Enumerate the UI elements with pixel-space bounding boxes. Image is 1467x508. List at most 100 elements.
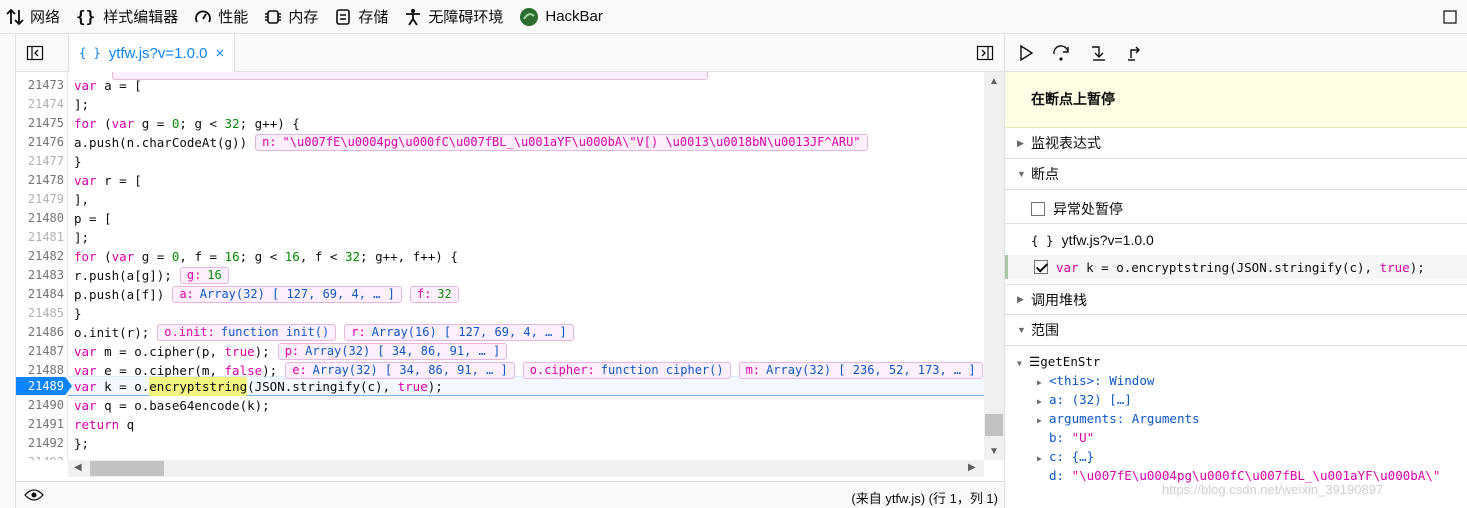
scope-function[interactable]: ▼ ☰getEnStr bbox=[1005, 352, 1467, 371]
scope-item[interactable]: ▶ <this>: Window bbox=[1005, 371, 1467, 390]
preview-o-cipher[interactable]: o.cipher: function cipher() bbox=[522, 362, 731, 379]
line-number[interactable]: 21485 bbox=[16, 304, 64, 323]
line-number[interactable]: 21482 bbox=[16, 247, 64, 266]
vertical-scrollbar[interactable] bbox=[984, 72, 1004, 460]
tab-performance[interactable]: 性能 bbox=[188, 0, 258, 34]
step-out-icon[interactable] bbox=[1125, 44, 1145, 62]
preview-p[interactable]: p: Array(32) [ 34, 86, 91, … ] bbox=[277, 343, 508, 360]
line-number[interactable]: 21478 bbox=[16, 171, 64, 190]
scope-item[interactable]: ▶ a: (32) […] bbox=[1005, 390, 1467, 409]
breakpoint-item[interactable]: var k = o.encryptstring(JSON.stringify(c… bbox=[1005, 255, 1467, 279]
line-number[interactable]: 21487 bbox=[16, 342, 64, 361]
preview-a[interactable]: a: Array(32) [ 127, 69, 4, … ] bbox=[172, 286, 402, 303]
expand-triangle-icon: ▶ bbox=[1017, 294, 1024, 304]
step-in-icon[interactable] bbox=[1089, 44, 1109, 62]
vertical-scroll-thumb[interactable] bbox=[985, 414, 1003, 436]
code-line: var r = [ bbox=[74, 173, 142, 188]
code-line: a.push(n.charCodeAt(g)) n: "\u007fE\u0004p… bbox=[74, 133, 868, 152]
line-number[interactable]: 21483 bbox=[16, 266, 64, 285]
call-stack-label: 调用堆栈 bbox=[1031, 291, 1087, 308]
code-line: var a = [ bbox=[74, 78, 142, 93]
tab-hackbar-label: HackBar bbox=[545, 8, 603, 25]
paused-banner: 在断点上暂停 bbox=[1005, 72, 1467, 128]
scopes-header[interactable]: ▼ 范围 bbox=[1005, 315, 1467, 346]
storage-icon bbox=[336, 8, 351, 25]
eye-icon[interactable] bbox=[24, 488, 44, 502]
gauge-icon bbox=[195, 10, 212, 22]
line-number[interactable]: 21484 bbox=[16, 285, 64, 304]
call-stack-header[interactable]: ▶ 调用堆栈 bbox=[1005, 284, 1467, 315]
line-number[interactable]: 21480 bbox=[16, 209, 64, 228]
tab-performance-label: 性能 bbox=[218, 9, 249, 26]
scroll-down-icon[interactable]: ▼ bbox=[989, 446, 999, 457]
code-line: } bbox=[74, 306, 82, 321]
pause-on-exceptions-label: 异常处暂停 bbox=[1053, 200, 1123, 217]
cursor-position-status[interactable]: (来自 ytfw.js) (行 1，列 1) bbox=[851, 488, 998, 507]
line-number[interactable]: 21476 bbox=[16, 133, 64, 152]
line-number[interactable]: 21492 bbox=[16, 434, 64, 453]
tab-accessibility[interactable]: 无障碍环境 bbox=[398, 0, 513, 34]
line-number[interactable]: 21474 bbox=[16, 95, 64, 114]
source-footer: (来自 ytfw.js) (行 1，列 1) bbox=[16, 481, 1004, 508]
breakpoint-source[interactable]: { } ytfw.js?v=1.0.0 bbox=[1005, 230, 1467, 250]
code-line-paused: var k = o. encryptstring (JSON.stringify(c… bbox=[74, 377, 443, 396]
horizontal-scrollbar[interactable] bbox=[68, 460, 984, 477]
watch-expressions-header[interactable]: ▶ 监视表达式 bbox=[1005, 128, 1467, 159]
breakpoints-header[interactable]: ▼ 断点 bbox=[1005, 159, 1467, 190]
scope-item[interactable]: ▶ arguments: Arguments bbox=[1005, 409, 1467, 428]
tab-style-editor[interactable]: {} 样式编辑器 bbox=[70, 0, 188, 34]
line-number[interactable]: 21475 bbox=[16, 114, 64, 133]
toggle-sources-icon[interactable] bbox=[26, 44, 44, 62]
pause-on-exceptions-checkbox[interactable] bbox=[1031, 201, 1045, 216]
tab-storage[interactable]: 存储 bbox=[328, 0, 398, 34]
scope-item[interactable]: ▶ c: {…} bbox=[1005, 447, 1467, 466]
tab-memory[interactable]: 内存 bbox=[258, 0, 328, 34]
close-icon[interactable]: × bbox=[216, 45, 225, 62]
toggle-debugger-panel-icon[interactable] bbox=[976, 44, 994, 62]
preview-o-init[interactable]: o.init: function init() bbox=[157, 324, 337, 341]
preview-g[interactable]: g: 16 bbox=[179, 267, 229, 284]
line-number[interactable]: 21493 bbox=[16, 453, 64, 460]
step-over-icon[interactable] bbox=[1051, 44, 1071, 62]
code-line: r.push(a[g]); g: 16 bbox=[74, 266, 229, 285]
breakpoint-line-number[interactable]: 21489 bbox=[16, 377, 72, 395]
preview-n[interactable]: n: "\u007fE\u0004pg\u000fC\u007fBL_\u001a… bbox=[255, 134, 868, 151]
source-tab-title: ytfw.js?v=1.0.0 bbox=[108, 44, 208, 62]
scopes-label: 范围 bbox=[1031, 322, 1059, 338]
line-number[interactable]: 21491 bbox=[16, 415, 64, 434]
source-tabs-header: { } ytfw.js?v=1.0.0 × bbox=[16, 34, 1004, 72]
scroll-up-icon[interactable]: ▲ bbox=[989, 76, 999, 87]
line-number[interactable]: 21473 bbox=[16, 76, 64, 95]
code-line: return q bbox=[74, 417, 135, 432]
scroll-right-icon[interactable]: ▶ bbox=[968, 462, 976, 473]
toolbar-overflow-button[interactable] bbox=[1443, 0, 1463, 34]
resume-icon[interactable] bbox=[1017, 44, 1035, 62]
preview-m[interactable]: m: Array(32) [ 236, 52, 173, … ] bbox=[738, 362, 983, 379]
line-number[interactable]: 21481 bbox=[16, 228, 64, 247]
tab-memory-label: 内存 bbox=[288, 9, 319, 26]
horizontal-scroll-thumb[interactable] bbox=[90, 461, 164, 476]
source-tab-ytfw[interactable]: { } ytfw.js?v=1.0.0 × bbox=[68, 34, 236, 72]
scope-item[interactable]: b: "U" bbox=[1005, 428, 1467, 447]
tab-style-editor-label: 样式编辑器 bbox=[103, 9, 179, 26]
tab-network-label: 网络 bbox=[30, 9, 61, 26]
preview-f[interactable]: f: 32 bbox=[409, 286, 459, 303]
code-line: ]; bbox=[74, 97, 90, 112]
tab-hackbar[interactable]: HackBar bbox=[513, 0, 613, 34]
line-number[interactable]: 21477 bbox=[16, 152, 64, 171]
code-editor[interactable]: 21473 var a = [ 21474 ]; 21475 for (var … bbox=[16, 72, 984, 460]
pause-on-exceptions-row[interactable]: 异常处暂停 bbox=[1005, 194, 1467, 224]
line-number[interactable]: 21479 bbox=[16, 190, 64, 209]
breakpoint-checkbox[interactable] bbox=[1034, 260, 1048, 274]
scroll-left-icon[interactable]: ◀ bbox=[74, 462, 82, 473]
watch-expressions-label: 监视表达式 bbox=[1031, 135, 1101, 151]
tab-network[interactable]: 网络 bbox=[0, 0, 70, 34]
debugger-sidebar: 在断点上暂停 ▶ 监视表达式 ▼ 断点 异常处暂停 { } ytfw.js?v=… bbox=[1004, 34, 1467, 508]
preview-r[interactable]: r: Array(16) [ 127, 69, 4, … ] bbox=[344, 324, 574, 341]
line-number[interactable]: 21486 bbox=[16, 323, 64, 342]
code-line: }; bbox=[74, 436, 90, 451]
breakpoint-code: var k = o.encryptstring(JSON.stringify(c… bbox=[1056, 259, 1425, 275]
line-number[interactable]: 21490 bbox=[16, 396, 64, 415]
collapse-triangle-icon: ▼ bbox=[1017, 325, 1026, 335]
watermark: https://blog.csdn.net/weixin_39190897 bbox=[1162, 482, 1384, 497]
